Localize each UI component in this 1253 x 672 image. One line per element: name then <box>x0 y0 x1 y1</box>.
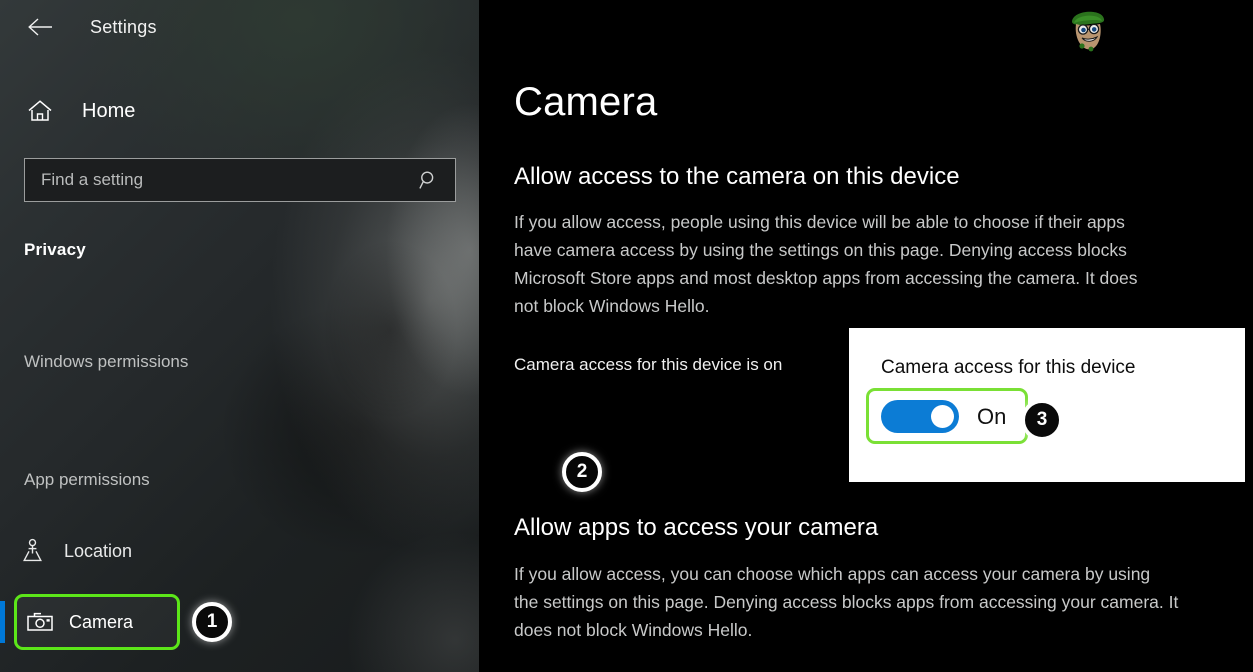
toggle-knob <box>931 405 954 428</box>
sidebar-item-camera-label: Camera <box>69 611 134 632</box>
section-body-device-access: If you allow access, people using this d… <box>514 212 1138 316</box>
sidebar-titlebar: Settings <box>0 6 479 48</box>
sidebar-item-location[interactable]: Location <box>14 532 214 570</box>
camera-access-toggle[interactable] <box>881 400 959 433</box>
location-person-icon <box>14 538 56 564</box>
section-body-app-access: If you allow access, you can choose whic… <box>514 564 1179 640</box>
toggle-state-label: On <box>977 403 1007 429</box>
site-watermark-logo <box>1060 4 1116 58</box>
sidebar-item-camera[interactable]: Camera <box>14 594 180 650</box>
page-title: Camera <box>514 80 658 124</box>
camera-access-toggle-row: On <box>881 400 1006 433</box>
sidebar-category-heading: Privacy <box>24 240 86 259</box>
section-heading-device-access: Allow access to the camera on this devic… <box>514 163 960 190</box>
sidebar-group-app-permissions[interactable]: App permissions <box>24 470 150 490</box>
settings-sidebar: Settings Home Find a setting Privacy Win… <box>0 0 479 672</box>
section-heading-app-access: Allow apps to access your camera <box>514 514 879 541</box>
sidebar-selection-accent <box>0 601 5 643</box>
search-input-placeholder: Find a setting <box>41 170 144 189</box>
callout-badge-3: 3 <box>1021 399 1063 441</box>
camera-icon <box>21 611 59 633</box>
back-arrow-icon[interactable] <box>18 9 62 45</box>
sidebar-item-home-label: Home <box>82 99 136 122</box>
sidebar-item-home[interactable]: Home <box>0 92 300 130</box>
search-icon[interactable] <box>419 170 439 190</box>
home-icon <box>20 99 60 123</box>
search-input[interactable]: Find a setting <box>24 158 456 202</box>
flyout-title: Camera access for this device <box>881 357 1136 378</box>
camera-access-status-text: Camera access for this device is on <box>514 355 783 374</box>
settings-window: Settings Home Find a setting Privacy Win… <box>0 0 1253 672</box>
sidebar-group-windows-permissions[interactable]: Windows permissions <box>24 352 188 372</box>
window-title: Settings <box>90 16 157 37</box>
callout-badge-2: 2 <box>562 452 602 492</box>
sidebar-item-location-label: Location <box>64 540 133 561</box>
callout-badge-1: 1 <box>192 602 232 642</box>
